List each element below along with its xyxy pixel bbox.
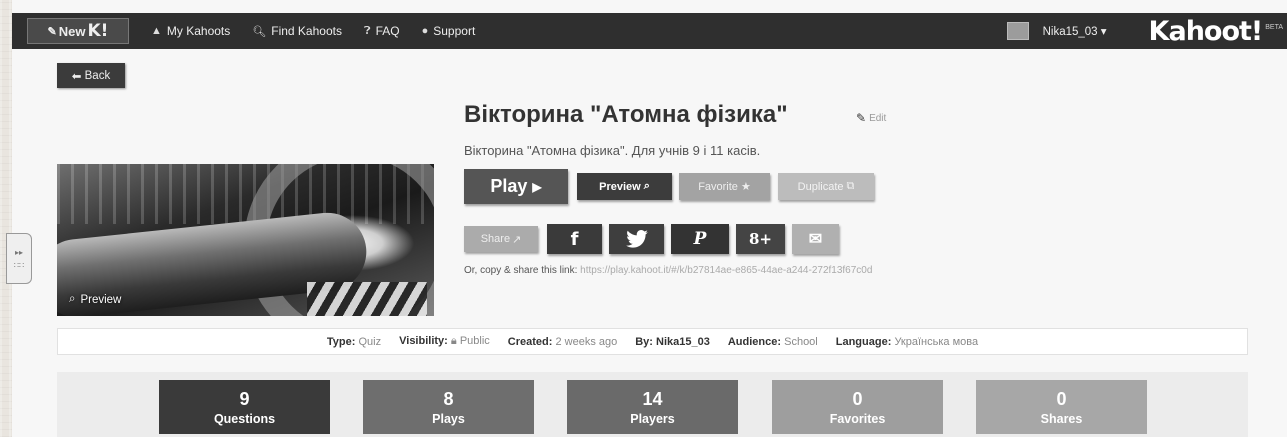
favorite-label: Favorite bbox=[698, 180, 738, 193]
back-button[interactable]: ⬅︎ Back bbox=[57, 63, 125, 88]
stat-players[interactable]: 14 Players bbox=[567, 380, 738, 434]
favorite-button[interactable]: Favorite ★ bbox=[679, 173, 770, 200]
user-menu[interactable]: Nika15_03 ▾ bbox=[1043, 24, 1107, 38]
chat-icon: ● bbox=[421, 25, 429, 37]
new-k-logo: K! bbox=[87, 21, 109, 41]
info-visibility: Visibility: 🔒︎ Public bbox=[399, 335, 490, 347]
stat-label: Favorites bbox=[829, 411, 886, 426]
facebook-button[interactable]: f bbox=[547, 224, 602, 254]
share-icon: ↗ bbox=[512, 233, 522, 246]
twitter-button[interactable] bbox=[609, 224, 664, 254]
double-chevron-right-icon: ▸▸ bbox=[14, 247, 24, 257]
share-link-prefix: Or, copy & share this link: bbox=[464, 265, 578, 276]
page-title: Вікторина "Атомна фізика" bbox=[464, 101, 788, 128]
magnifier-icon: ⌕ bbox=[69, 293, 76, 305]
twitter-icon bbox=[625, 230, 648, 248]
cover-preview[interactable]: ⌕ Preview bbox=[69, 293, 121, 306]
avatar[interactable] bbox=[1006, 22, 1029, 40]
quiz-description: Вікторина "Атомна фізика". Для учнів 9 і… bbox=[464, 143, 761, 158]
duplicate-icon: ⧉ bbox=[846, 180, 855, 192]
info-bar: Type: Quiz Visibility: 🔒︎ Public Created… bbox=[57, 328, 1248, 355]
play-button[interactable]: Play ▶ bbox=[464, 169, 568, 204]
back-label: Back bbox=[84, 69, 111, 82]
user-name: Nika15_03 bbox=[1042, 26, 1098, 38]
share-label: Share bbox=[480, 233, 511, 245]
google-plus-icon: 8+ bbox=[748, 230, 772, 248]
cover-stripes bbox=[307, 282, 427, 316]
pencil-icon: ✎ bbox=[856, 111, 867, 125]
duplicate-label: Duplicate bbox=[797, 180, 844, 193]
sidebar-toggle[interactable]: ▸▸ ∷∷ bbox=[6, 233, 32, 284]
edit-label: Edit bbox=[869, 112, 887, 124]
stat-label: Shares bbox=[1040, 411, 1083, 426]
lock-icon: 🔒︎ bbox=[450, 335, 457, 347]
edit-link[interactable]: ✎ Edit bbox=[856, 111, 886, 125]
share-button[interactable]: Share ↗ bbox=[464, 226, 538, 252]
nav-faq-label: FAQ bbox=[375, 24, 400, 38]
stat-label: Players bbox=[630, 411, 675, 426]
page: ✎ New K! ▲ My Kahoots 🔍︎ Find Kahoots ❓︎… bbox=[12, 0, 1287, 437]
stat-favorites[interactable]: 0 Favorites bbox=[772, 380, 943, 434]
stat-value: 8 bbox=[443, 388, 454, 409]
envelope-icon: ✉ bbox=[808, 231, 823, 248]
nav-faq[interactable]: ❓︎ FAQ bbox=[364, 24, 400, 38]
kahoot-logo[interactable]: Kahoot! bbox=[1149, 16, 1264, 47]
stat-questions[interactable]: 9 Questions bbox=[159, 380, 330, 434]
info-created: Created: 2 weeks ago bbox=[507, 335, 618, 348]
nav-support-label: Support bbox=[433, 24, 476, 38]
search-icon: 🔍︎ bbox=[252, 25, 267, 38]
stat-shares[interactable]: 0 Shares bbox=[976, 380, 1147, 434]
preview-button[interactable]: Preview ⌕ bbox=[577, 173, 672, 200]
stat-value: 9 bbox=[239, 388, 250, 409]
google-plus-button[interactable]: 8+ bbox=[736, 224, 785, 254]
pinterest-button[interactable]: P bbox=[671, 224, 729, 254]
edit-icon: ✎ bbox=[47, 25, 57, 38]
star-icon: ★ bbox=[740, 181, 751, 193]
beta-badge: BETA bbox=[1265, 23, 1283, 31]
nav-support[interactable]: ● Support bbox=[422, 24, 476, 38]
stat-plays[interactable]: 8 Plays bbox=[363, 380, 534, 434]
stat-label: Questions bbox=[213, 411, 276, 426]
preview-label: Preview bbox=[599, 180, 641, 193]
question-icon: ❓︎ bbox=[363, 24, 371, 37]
top-navbar: ✎ New K! ▲ My Kahoots 🔍︎ Find Kahoots ❓︎… bbox=[12, 13, 1287, 49]
stat-value: 14 bbox=[642, 388, 663, 409]
nav-my-kahoots[interactable]: ▲ My Kahoots bbox=[151, 24, 230, 38]
arrow-left-icon: ⬅︎ bbox=[71, 70, 82, 83]
user-icon: ▲ bbox=[151, 25, 162, 37]
play-icon: ▶ bbox=[532, 179, 542, 194]
cover-preview-label: Preview bbox=[80, 293, 122, 306]
stat-label: Plays bbox=[432, 411, 465, 426]
facebook-icon: f bbox=[570, 228, 579, 250]
share-link-url[interactable]: https://play.kahoot.it/#/k/b27814ae-e865… bbox=[580, 265, 872, 276]
nav-find-kahoots-label: Find Kahoots bbox=[271, 24, 342, 38]
pinterest-icon: P bbox=[693, 229, 707, 249]
nav-find-kahoots[interactable]: 🔍︎ Find Kahoots bbox=[252, 24, 342, 38]
share-link-line: Or, copy & share this link: https://play… bbox=[464, 265, 872, 276]
stat-value: 0 bbox=[852, 388, 863, 409]
stat-value: 0 bbox=[1056, 388, 1067, 409]
info-audience: Audience: School bbox=[727, 335, 818, 348]
preview-icon: ⌕ bbox=[643, 180, 650, 192]
new-kahoot-button[interactable]: ✎ New K! bbox=[27, 18, 129, 44]
info-type: Type: Quiz bbox=[326, 335, 382, 348]
caret-down-icon: ▾ bbox=[1100, 26, 1107, 38]
nav-my-kahoots-label: My Kahoots bbox=[166, 24, 231, 38]
play-label: Play bbox=[490, 176, 528, 196]
nav-right: Nika15_03 ▾ Kahoot! BETA bbox=[1006, 16, 1287, 47]
grip-icon: ∷∷ bbox=[13, 260, 25, 270]
info-by: By: Nika15_03 bbox=[635, 335, 710, 348]
new-label: New bbox=[58, 23, 86, 39]
email-button[interactable]: ✉ bbox=[792, 224, 839, 254]
cover-image[interactable]: ⌕ Preview bbox=[57, 164, 434, 316]
duplicate-button[interactable]: Duplicate ⧉ bbox=[778, 173, 874, 200]
info-language: Language: Українська мова bbox=[835, 335, 979, 348]
